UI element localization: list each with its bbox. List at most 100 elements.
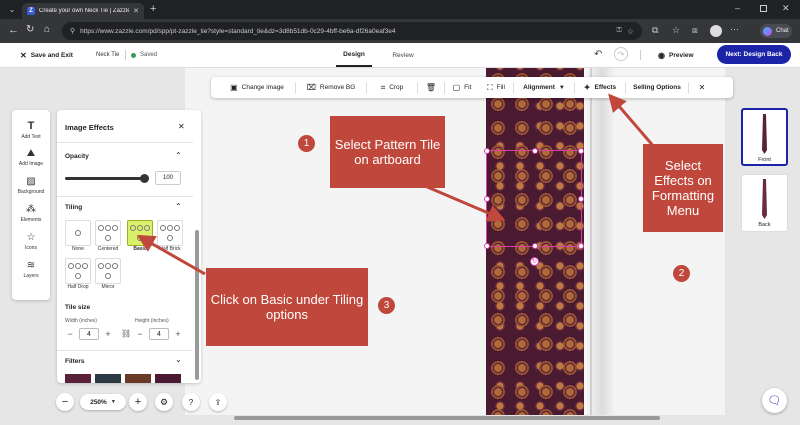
width-value[interactable]: 4 [79,328,99,340]
resize-handle[interactable] [484,196,490,202]
plus-icon[interactable]: + [173,329,183,339]
artboard-area [185,68,725,415]
star-icon[interactable]: ☆ [627,27,634,36]
preview-label: Preview [668,52,694,59]
next-design-back-button[interactable]: Next: Design Back [717,45,791,64]
opacity-slider-thumb[interactable] [140,174,149,183]
url-field[interactable]: ⚲ https://www.zazzle.com/pd/spp/pt-zazzl… [62,22,642,40]
filter-thumb[interactable] [125,374,151,383]
tab-list-icon[interactable]: ⌄ [6,4,18,15]
save-and-exit-button[interactable]: ✕ Save and Exit [20,51,73,60]
tiling-option-basic[interactable]: Basic [127,220,153,252]
height-value[interactable]: 4 [149,328,169,340]
site-info-icon[interactable]: ⚲ [70,27,75,35]
opacity-heading: Opacity [65,153,89,160]
rotate-handle-icon[interactable]: ↻ [530,257,539,266]
sidebar-item-elements[interactable]: ⁂ Elements [12,204,50,223]
filter-thumb[interactable] [95,374,121,383]
tiling-option-centered[interactable]: Centered [95,220,121,252]
sidebar-item-add-image[interactable]: ⛰ Add Image [12,148,50,167]
sidebar-item-icons[interactable]: ☆ Icons [12,232,50,251]
minus-icon[interactable]: − [135,329,145,339]
delete-button[interactable]: 🗑 [418,83,444,92]
avatar[interactable] [710,25,722,37]
chat-button[interactable]: Chat [760,24,792,38]
resize-handle[interactable] [578,148,584,154]
sidebar-item-add-text[interactable]: T Add Text [12,120,50,140]
link-icon[interactable]: ⛓ [121,329,131,338]
fit-button[interactable]: ▢ Fit [445,83,479,92]
collections-icon[interactable]: ⧈ [692,25,698,36]
refresh-icon[interactable]: ↻ [26,24,34,35]
plus-icon[interactable]: + [103,329,113,339]
resize-handle[interactable] [532,243,538,249]
resize-handle[interactable] [532,148,538,154]
opacity-slider[interactable] [65,174,149,183]
panel-scrollbar[interactable] [195,230,199,380]
back-icon[interactable]: ← [8,24,19,36]
sidebar-item-background[interactable]: ▨ Background [12,176,50,195]
tiling-option-half-brick[interactable]: Half Brick [157,220,183,252]
close-icon[interactable]: ✕ [178,122,185,131]
minus-icon[interactable]: − [65,329,75,339]
tiling-option-mirror[interactable]: Mirror [95,258,121,290]
filter-thumb[interactable] [65,374,91,383]
tiling-option-half-drop[interactable]: Half Drop [65,258,91,290]
filter-thumb[interactable] [155,374,181,383]
tiling-heading: Tiling [65,204,83,211]
close-toolbar-button[interactable]: ✕ [689,83,715,92]
extensions-icon[interactable]: ⧉ [652,25,658,36]
chat-support-button[interactable]: 🗨 [762,388,787,413]
close-icon[interactable]: ✕ [133,7,139,15]
help-icon[interactable]: ? [182,393,200,411]
selling-options-button[interactable]: Selling Options [626,84,688,91]
zoom-out-button[interactable]: − [56,393,74,411]
undo-icon[interactable]: ↶ [594,49,602,60]
preview-button[interactable]: ◉ Preview [658,51,694,60]
resize-handle[interactable] [578,196,584,202]
browser-tab[interactable]: Z Create your own Neck Tie | Zazzle ✕ [22,3,144,19]
fill-button[interactable]: ⛶ Fill [479,83,513,93]
opacity-value-field[interactable]: 100 [155,171,181,185]
design-canvas: ↻ ▣ Change image ⌧ Remove BG ⌗ Crop 🗑 ▢ … [0,68,800,425]
tiling-option-none[interactable]: None [65,220,91,252]
chevron-down-icon[interactable]: ⌄ [175,355,182,364]
selected-pattern-tile[interactable] [484,148,584,249]
width-label: Width (inches) [65,318,97,324]
minimize-icon[interactable]: – [735,3,740,13]
redo-icon[interactable]: ↷ [614,47,628,61]
maximize-icon[interactable] [760,5,767,12]
resize-handle[interactable] [484,148,490,154]
favorites-icon[interactable]: ☆ [672,25,680,36]
sidebar-item-layers[interactable]: ≋ Layers [12,260,50,279]
view-thumbnail-front[interactable]: Front [741,108,788,166]
settings-icon[interactable]: ⚙ [155,393,173,411]
alignment-dropdown[interactable]: Alignment ▼ [514,84,574,91]
remove-bg-button[interactable]: ⌧ Remove BG [296,83,366,92]
key-icon[interactable]: ⚿ [617,27,622,35]
tab-design[interactable]: Design [336,43,372,67]
crop-label: Crop [389,84,404,91]
zoom-value: 250% [90,398,107,406]
horizontal-scrollbar[interactable] [234,416,660,420]
window-close-icon[interactable]: ✕ [782,3,790,14]
effects-button[interactable]: ✦ Effects [575,83,625,92]
height-stepper[interactable]: − 4 + [135,328,183,340]
share-icon[interactable]: ⇪ [209,393,227,411]
tab-review[interactable]: Review [385,43,421,67]
change-image-button[interactable]: ▣ Change image [219,83,295,92]
step-badge-1: 1 [298,135,315,152]
crop-button[interactable]: ⌗ Crop [367,83,417,93]
zoom-in-button[interactable]: + [129,393,147,411]
width-stepper[interactable]: − 4 + [65,328,113,340]
tiling-option-label: Mirror [101,284,115,290]
view-thumbnail-back[interactable]: Back [741,174,788,232]
zoom-dropdown[interactable]: 250% ▼ [80,394,126,410]
chevron-up-icon[interactable]: ⌃ [175,202,182,211]
chevron-up-icon[interactable]: ⌃ [175,151,182,160]
more-icon[interactable]: ⋯ [730,24,739,35]
new-tab-icon[interactable]: + [150,3,156,15]
resize-handle[interactable] [484,243,490,249]
resize-handle[interactable] [578,243,584,249]
home-icon[interactable]: ⌂ [44,24,50,35]
